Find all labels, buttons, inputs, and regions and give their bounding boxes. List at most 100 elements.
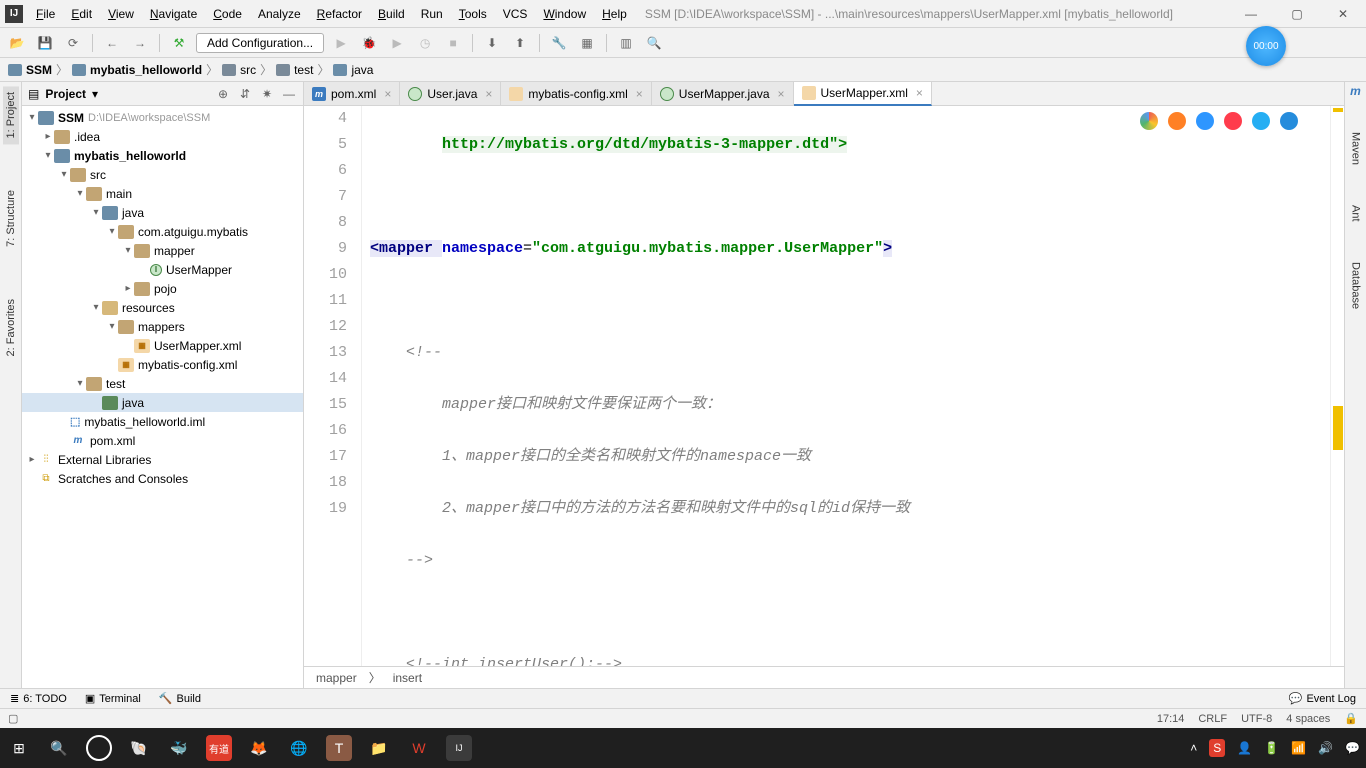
vcs-commit-icon[interactable]: ⬆ [509, 32, 531, 54]
tab-pom[interactable]: mpom.xml× [304, 82, 400, 105]
gear-icon[interactable]: ✷ [259, 86, 275, 102]
cortana-icon[interactable] [86, 735, 112, 761]
menu-code[interactable]: Code [205, 4, 250, 24]
back-icon[interactable]: ← [101, 32, 123, 54]
add-configuration-button[interactable]: Add Configuration... [196, 33, 324, 53]
vcs-update-icon[interactable]: ⬇ [481, 32, 503, 54]
tree-test-java[interactable]: java [22, 393, 303, 412]
tree-java[interactable]: ▾java [22, 203, 303, 222]
menu-refactor[interactable]: Refactor [309, 4, 370, 24]
crumb-src[interactable]: src [222, 63, 256, 77]
terminal-button[interactable]: ▣Terminal [85, 692, 141, 705]
tab-ant[interactable]: Ant [1348, 199, 1364, 228]
tray-chevron-icon[interactable]: ˄ [1190, 741, 1197, 755]
tree-mapper-pkg[interactable]: ▾mapper [22, 241, 303, 260]
project-structure-icon[interactable]: ▥ [615, 32, 637, 54]
tree-ext-lib[interactable]: ▸⫶⫶External Libraries [22, 450, 303, 469]
maven-icon[interactable]: m [1350, 84, 1361, 98]
tree-test[interactable]: ▾test [22, 374, 303, 393]
menu-file[interactable]: FFileile [28, 4, 63, 24]
hide-icon[interactable]: — [281, 86, 297, 102]
tree-module[interactable]: ▾mybatis_helloworld [22, 146, 303, 165]
menu-tools[interactable]: Tools [451, 4, 495, 24]
safari-icon[interactable] [1196, 112, 1214, 130]
maximize-icon[interactable]: ▢ [1274, 0, 1320, 28]
tree-mybatis-cfg[interactable]: ▦mybatis-config.xml [22, 355, 303, 374]
tab-mybatis-config[interactable]: mybatis-config.xml× [501, 82, 651, 105]
close-tab-icon[interactable]: × [485, 87, 492, 101]
edge-icon[interactable] [1280, 112, 1298, 130]
dropdown-icon[interactable]: ▾ [92, 87, 98, 101]
app-icon[interactable]: 有道 [206, 735, 232, 761]
ie-icon[interactable] [1252, 112, 1270, 130]
menu-view[interactable]: View [100, 4, 142, 24]
locate-icon[interactable]: ⊕ [215, 86, 231, 102]
build-button[interactable]: 🔨Build [159, 692, 201, 705]
todo-button[interactable]: ≣6: TODO [10, 692, 67, 705]
project-tree[interactable]: ▾SSMD:\IDEA\workspace\SSM ▸.idea ▾mybati… [22, 106, 303, 688]
settings-icon[interactable]: 🔧 [548, 32, 570, 54]
menu-edit[interactable]: Edit [63, 4, 100, 24]
menu-run[interactable]: Run [413, 4, 451, 24]
menu-vcs[interactable]: VCS [495, 4, 536, 24]
tree-usermapper-cls[interactable]: IUserMapper [22, 260, 303, 279]
status-eol[interactable]: CRLF [1198, 713, 1227, 725]
menu-analyze[interactable]: Analyze [250, 4, 309, 24]
explorer-icon[interactable]: 📁 [366, 735, 392, 761]
crumb-module[interactable]: mybatis_helloworld [72, 63, 202, 77]
notifications-icon[interactable]: 💬 [1345, 741, 1360, 755]
crumb-test[interactable]: test [276, 63, 313, 77]
status-quickaccess-icon[interactable]: ▢ [8, 712, 18, 725]
tree-usermapper-xml[interactable]: ▦UserMapper.xml [22, 336, 303, 355]
debug-icon[interactable]: 🐞 [358, 32, 380, 54]
volume-icon[interactable]: 🔊 [1318, 741, 1333, 755]
intellij-taskbar-icon[interactable]: IJ [446, 735, 472, 761]
crumb-ssm[interactable]: SSM [8, 63, 52, 77]
tree-pkg[interactable]: ▾com.atguigu.mybatis [22, 222, 303, 241]
tree-main[interactable]: ▾main [22, 184, 303, 203]
tree-idea[interactable]: ▸.idea [22, 127, 303, 146]
expand-icon[interactable]: ⇵ [237, 86, 253, 102]
status-indent[interactable]: 4 spaces [1286, 713, 1330, 725]
app-icon[interactable]: 🐚 [126, 735, 152, 761]
build-icon[interactable]: ⚒ [168, 32, 190, 54]
tab-favorites[interactable]: 2: Favorites [3, 293, 19, 362]
firefox-taskbar-icon[interactable]: 🦊 [246, 735, 272, 761]
opera-icon[interactable] [1224, 112, 1242, 130]
tree-pom[interactable]: mpom.xml [22, 431, 303, 450]
forward-icon[interactable]: → [129, 32, 151, 54]
menu-build[interactable]: Build [370, 4, 413, 24]
search-icon[interactable]: 🔍 [46, 735, 72, 761]
structure-icon[interactable]: ▦ [576, 32, 598, 54]
coverage-icon[interactable]: ▶ [386, 32, 408, 54]
app-icon[interactable]: T [326, 735, 352, 761]
chrome-icon[interactable] [1140, 112, 1158, 130]
project-panel-title[interactable]: Project [45, 87, 86, 101]
error-stripe[interactable] [1330, 106, 1344, 666]
code-editor[interactable]: 45678910111213141516171819 http://mybati… [304, 106, 1344, 666]
code-content[interactable]: http://mybatis.org/dtd/mybatis-3-mapper.… [362, 106, 1330, 666]
breadcrumb-insert[interactable]: insert [393, 671, 422, 685]
tree-scratches[interactable]: ⧉Scratches and Consoles [22, 469, 303, 488]
firefox-icon[interactable] [1168, 112, 1186, 130]
search-icon[interactable]: 🔍 [643, 32, 665, 54]
app-icon[interactable]: 🐳 [166, 735, 192, 761]
tree-mappers[interactable]: ▾mappers [22, 317, 303, 336]
tree-iml[interactable]: ⬚mybatis_helloworld.iml [22, 412, 303, 431]
tab-maven[interactable]: Maven [1348, 126, 1364, 171]
battery-icon[interactable]: 🔋 [1264, 741, 1279, 755]
wifi-icon[interactable]: 📶 [1291, 741, 1306, 755]
tree-root[interactable]: ▾SSMD:\IDEA\workspace\SSM [22, 108, 303, 127]
profile-icon[interactable]: ◷ [414, 32, 436, 54]
menu-window[interactable]: Window [535, 4, 594, 24]
status-encoding[interactable]: UTF-8 [1241, 713, 1272, 725]
tree-resources[interactable]: ▾resources [22, 298, 303, 317]
open-icon[interactable]: 📂 [6, 32, 28, 54]
refresh-icon[interactable]: ⟳ [62, 32, 84, 54]
tab-structure[interactable]: 7: Structure [3, 184, 19, 253]
lock-icon[interactable]: 🔒 [1344, 712, 1358, 725]
tab-user-java[interactable]: User.java× [400, 82, 501, 105]
close-tab-icon[interactable]: × [384, 87, 391, 101]
start-icon[interactable]: ⊞ [6, 735, 32, 761]
breadcrumb-mapper[interactable]: mapper [316, 671, 357, 685]
